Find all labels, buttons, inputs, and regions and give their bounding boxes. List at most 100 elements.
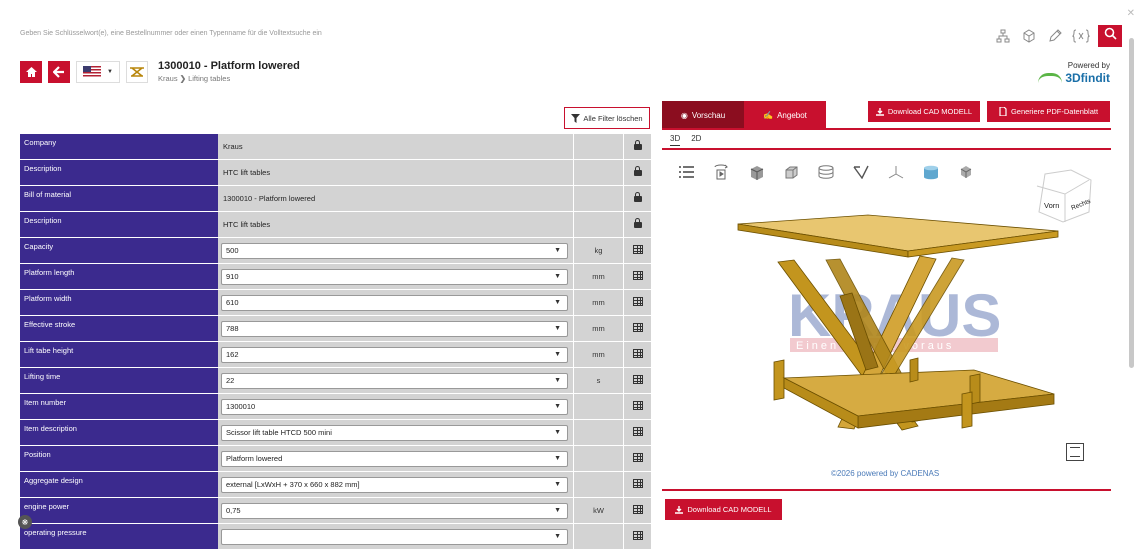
shaded-cube-icon[interactable] [747,163,765,181]
property-value: 788 [226,324,239,333]
property-action[interactable] [623,420,651,445]
property-action[interactable] [623,264,651,289]
box-icon[interactable] [782,163,800,181]
product-thumbnail [126,60,148,83]
property-select[interactable]: 22 ▼ [221,372,568,389]
property-action[interactable] [623,446,651,471]
property-unit [573,160,623,185]
download-cad-button[interactable]: Download CAD MODELL [868,101,980,122]
property-action[interactable] [623,238,651,263]
property-value-cell: 1300010 - Platform lowered [218,186,573,211]
table-icon[interactable] [632,270,643,280]
table-icon[interactable] [632,322,643,332]
property-label: Position [20,446,218,471]
property-unit: kg [573,238,623,263]
table-icon[interactable] [632,478,643,488]
generate-pdf-button[interactable]: Generiere PDF-Datenblatt [987,101,1110,122]
property-row: engine power 0,75 ▼ kW [20,498,651,523]
table-icon[interactable] [632,244,643,254]
fingerprint-icon[interactable]: ❋ [18,515,32,529]
chevron-down-icon: ▼ [554,299,561,306]
arrow-left-icon [53,65,64,78]
property-value-cell: 162 ▼ [218,342,573,367]
brand-arc-icon [1038,73,1063,83]
document-icon [999,107,1007,116]
page-scrollbar[interactable] [1124,24,1140,550]
property-action[interactable] [623,368,651,393]
table-icon[interactable] [632,426,643,436]
property-row: Item number 1300010 ▼ [20,394,651,419]
property-select[interactable]: 1300010 ▼ [221,398,568,415]
property-action[interactable] [623,316,651,341]
cylinder-solid-icon[interactable] [922,163,940,181]
property-action[interactable] [623,498,651,523]
property-select[interactable]: 788 ▼ [221,320,568,337]
property-action[interactable] [623,394,651,419]
property-select[interactable]: 162 ▼ [221,346,568,363]
table-icon[interactable] [632,296,643,306]
tab-offer[interactable]: ✍ Angebot [744,101,826,129]
pencil-icon[interactable] [1046,27,1064,45]
property-label: Capacity [20,238,218,263]
hierarchy-icon[interactable] [994,27,1012,45]
clear-filters-button[interactable]: Alle Filter löschen [564,107,650,129]
property-select[interactable]: Platform lowered ▼ [221,450,568,467]
powered-by[interactable]: Powered by 3Dfindit [1038,61,1110,85]
property-action[interactable] [623,342,651,367]
table-icon[interactable] [632,452,643,462]
property-label: Item description [20,420,218,445]
language-select[interactable]: ▼ [76,60,120,83]
table-icon[interactable] [632,530,643,540]
table-icon[interactable] [632,374,643,384]
home-button[interactable] [20,60,42,83]
cylinder-wire-icon[interactable] [817,163,835,181]
property-value: 610 [226,298,239,307]
model-viewer-canvas[interactable]: KRAUS Einen Schritt voraus [700,200,1060,460]
property-action[interactable] [623,290,651,315]
fullscreen-icon[interactable] [1066,443,1084,461]
lock-icon [633,218,642,228]
chevron-down-icon: ▼ [554,455,561,462]
chevron-down-icon: ▼ [554,325,561,332]
variable-icon[interactable] [1072,27,1090,45]
parts-icon[interactable] [957,163,975,181]
property-label: Platform length [20,264,218,289]
property-select[interactable]: 910 ▼ [221,268,568,285]
property-value: HTC lift tables [223,220,271,229]
preview-tabs: ◉ Vorschau ✍ Angebot [662,101,826,129]
property-select[interactable]: Scissor lift table HTCD 500 mini ▼ [221,424,568,441]
property-value-cell: Scissor lift table HTCD 500 mini ▼ [218,420,573,445]
property-select[interactable]: ▼ [221,528,568,545]
download-icon [875,107,884,116]
property-select[interactable]: 500 ▼ [221,242,568,259]
property-action[interactable] [623,472,651,497]
breadcrumb-leaf[interactable]: Lifting tables [188,74,230,83]
property-action[interactable] [623,524,651,549]
property-label: Description [20,160,218,185]
breadcrumb-root[interactable]: Kraus [158,74,178,83]
property-select[interactable]: 610 ▼ [221,294,568,311]
tab-3d[interactable]: 3D [670,134,681,146]
table-icon[interactable] [632,348,643,358]
table-icon[interactable] [632,400,643,410]
property-select[interactable]: 0,75 ▼ [221,502,568,519]
property-action [623,160,651,185]
download-cad-bottom-button[interactable]: Download CAD MODELL [665,499,782,520]
animation-icon[interactable] [712,163,730,181]
copyright-text[interactable]: ©2026 powered by CADENAS [831,469,939,478]
axes-icon[interactable] [887,163,905,181]
cube-icon[interactable] [1020,27,1038,45]
table-icon[interactable] [632,504,643,514]
download-icon [675,505,684,514]
back-button[interactable] [48,60,70,83]
tab-preview[interactable]: ◉ Vorschau [662,101,744,129]
tab-2d[interactable]: 2D [691,134,701,146]
close-icon[interactable]: ✕ [1127,8,1135,19]
property-select[interactable]: external [LxWxH + 370 x 660 x 882 mm] ▼ [221,476,568,493]
search-button[interactable] [1098,25,1122,47]
list-icon[interactable] [677,163,695,181]
measure-angle-icon[interactable] [852,163,870,181]
property-value: Kraus [223,142,243,151]
property-unit: kW [573,498,623,523]
search-input[interactable]: Geben Sie Schlüsselwort(e), eine Bestell… [20,30,322,37]
